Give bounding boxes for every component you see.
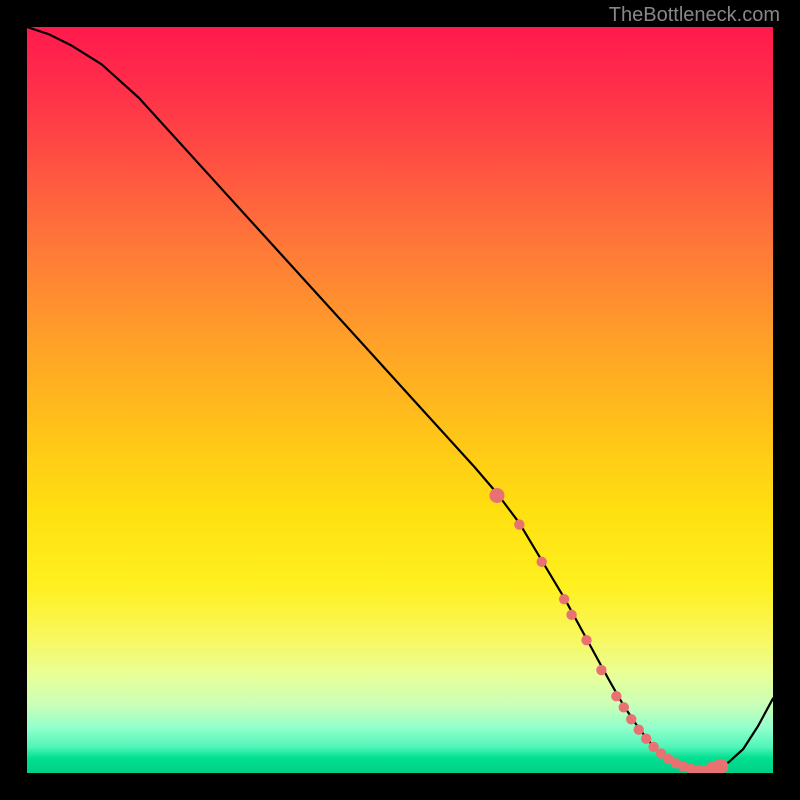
highlight-dot — [641, 733, 651, 743]
bottleneck-curve-line — [27, 27, 773, 770]
highlight-dot — [581, 635, 591, 645]
highlight-dot — [566, 610, 576, 620]
plot-area — [27, 27, 773, 773]
highlight-dot — [634, 725, 644, 735]
watermark-text: TheBottleneck.com — [609, 4, 780, 27]
highlight-dot — [489, 488, 504, 503]
highlight-dot — [626, 714, 636, 724]
highlight-dot — [611, 691, 621, 701]
highlight-dots-group — [489, 488, 728, 773]
chart-svg — [27, 27, 773, 773]
highlight-dot — [596, 665, 606, 675]
highlight-dot — [713, 759, 728, 773]
highlight-dot — [559, 594, 569, 604]
highlight-dot — [537, 557, 547, 567]
highlight-dot — [514, 519, 524, 529]
highlight-dot — [619, 702, 629, 712]
